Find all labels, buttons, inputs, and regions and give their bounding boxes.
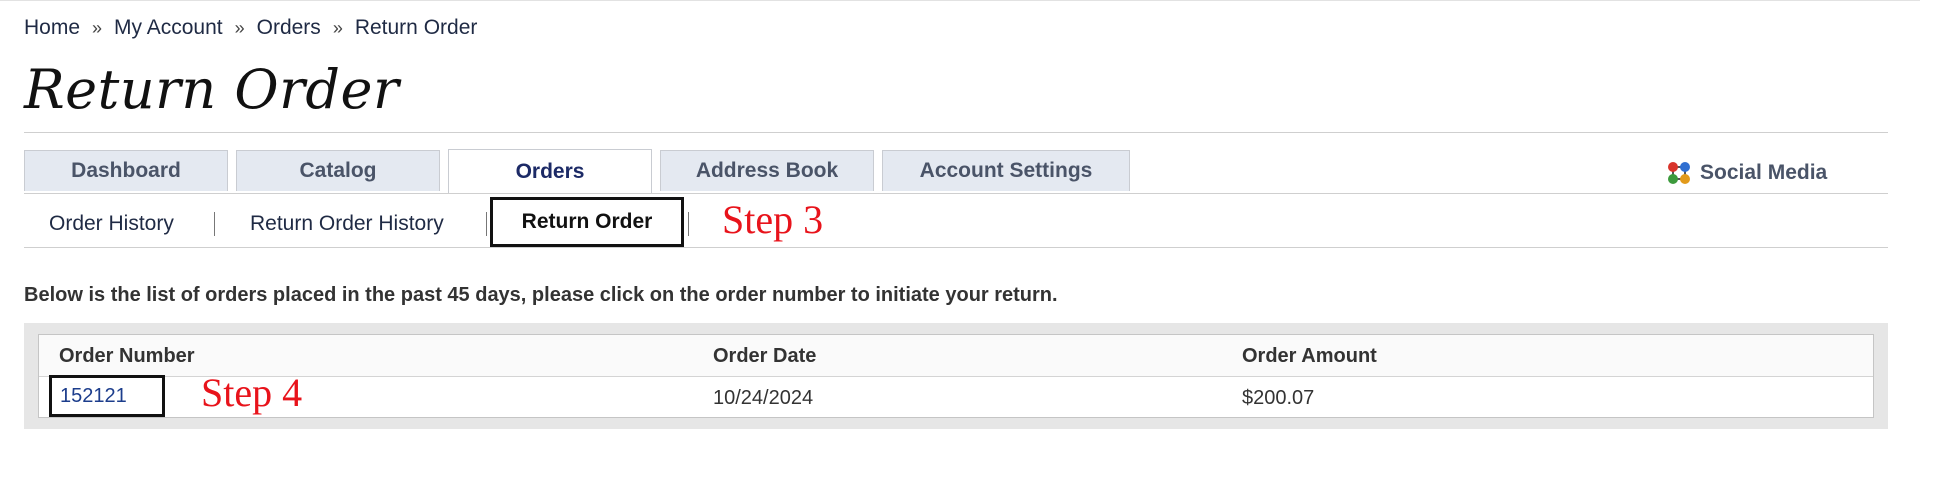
column-header-order-number: Order Number (59, 345, 195, 367)
order-number-link[interactable]: 152121 (60, 385, 127, 408)
table-header: Order Number Order Date Order Amount (39, 335, 1873, 377)
column-header-order-date: Order Date (713, 345, 817, 367)
orders-table: Order Number Order Date Order Amount 152… (38, 334, 1874, 418)
subnav-divider (688, 212, 689, 236)
top-border (0, 0, 1920, 1)
tab-catalog[interactable]: Catalog (236, 150, 440, 191)
breadcrumb-my-account[interactable]: My Account (114, 16, 223, 40)
subnav-return-order[interactable]: Return Order (490, 197, 684, 247)
breadcrumb-separator: » (234, 17, 245, 38)
instruction-text: Below is the list of orders placed in th… (24, 284, 1058, 306)
orders-subnav: Order History Return Order History Retur… (24, 197, 1888, 247)
breadcrumb-separator: » (332, 17, 343, 38)
orders-table-container: Order Number Order Date Order Amount 152… (24, 323, 1888, 429)
step-4-annotation: Step 4 (201, 370, 303, 415)
social-network-icon (1666, 160, 1692, 186)
order-number-cell: 152121 (49, 375, 165, 417)
subnav-divider (486, 212, 487, 236)
subnav-divider (214, 212, 215, 236)
social-media-label: Social Media (1700, 161, 1828, 184)
subnav-order-history[interactable]: Order History (49, 212, 174, 236)
order-amount-cell: $200.07 (1242, 387, 1315, 409)
subnav-divider-line (24, 247, 1888, 248)
social-media-link[interactable]: Social Media (1666, 160, 1827, 186)
step-3-annotation: Step 3 (722, 197, 824, 242)
tab-dashboard[interactable]: Dashboard (24, 150, 228, 191)
order-date-cell: 10/24/2024 (713, 387, 814, 409)
tab-orders[interactable]: Orders (448, 149, 652, 193)
tab-account-settings[interactable]: Account Settings (882, 150, 1130, 191)
breadcrumb: Home » My Account » Orders » Return Orde… (24, 16, 477, 40)
breadcrumb-separator: » (92, 17, 103, 38)
page-title: Return Order (24, 58, 400, 121)
breadcrumb-orders[interactable]: Orders (257, 16, 321, 40)
tabs-divider (24, 193, 1888, 194)
column-header-order-amount: Order Amount (1242, 345, 1377, 367)
subnav-return-order-history[interactable]: Return Order History (250, 212, 444, 236)
tab-address-book[interactable]: Address Book (660, 150, 874, 191)
breadcrumb-home[interactable]: Home (24, 16, 80, 40)
title-divider (24, 132, 1888, 133)
breadcrumb-current: Return Order (354, 16, 478, 39)
